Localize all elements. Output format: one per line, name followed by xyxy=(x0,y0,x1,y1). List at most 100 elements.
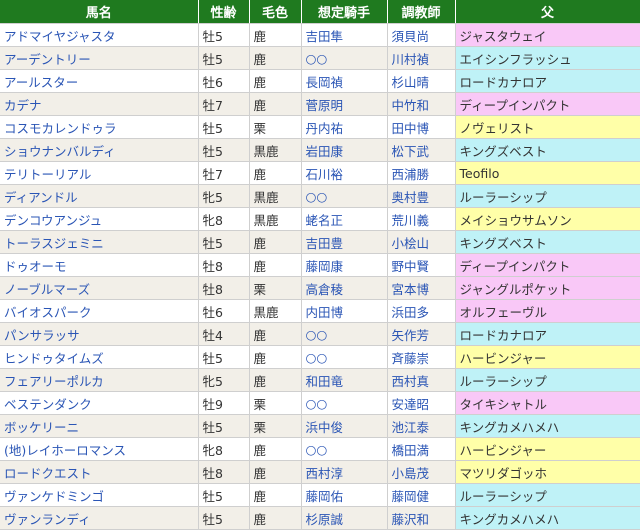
trainer-cell: 奥村豊 xyxy=(387,184,456,208)
coat-color-cell: 鹿 xyxy=(249,345,302,369)
horse-name-link[interactable]: ヒンドゥタイムズ xyxy=(4,351,104,366)
sex-age-cell: 牡5 xyxy=(198,230,250,254)
table-row: カデナ 牡7 鹿菅原明 中竹和 ディープインパクト xyxy=(0,92,640,116)
table-row: アールスター 牡6 鹿長岡禎 杉山晴 ロードカナロア xyxy=(0,69,640,93)
horse-name-link[interactable]: アーデントリー xyxy=(4,52,91,67)
jockey-cell: 丹内祐 xyxy=(301,115,388,139)
sire-cell: キングカメハメハ xyxy=(455,506,640,530)
sex-age-cell: 牡5 xyxy=(198,138,250,162)
jockey-cell: 吉田隼 xyxy=(301,23,388,47)
sire-cell: ディープインパクト xyxy=(455,92,640,116)
horse-name-cell: ショウナンバルディ xyxy=(0,138,199,162)
horse-name-link[interactable]: テリトーリアル xyxy=(4,167,91,182)
sex-age-cell: 牡8 xyxy=(198,276,250,300)
horse-name-cell: バイオスパーク xyxy=(0,299,199,323)
trainer-cell: 須貝尚 xyxy=(387,23,456,47)
coat-color-cell: 栗 xyxy=(249,414,302,438)
horse-name-link[interactable]: ノーブルマーズ xyxy=(4,282,90,297)
table-row: ヴァンケドミンゴ 牡5 鹿藤岡佑 藤岡健 ルーラーシップ xyxy=(0,483,640,507)
table-row: トーラスジェミニ 牡5 鹿吉田豊 小桧山 キングズベスト xyxy=(0,230,640,254)
coat-color-cell: 鹿 xyxy=(249,483,302,507)
coat-color-cell: 鹿 xyxy=(249,92,302,116)
jockey-cell: ○○ xyxy=(301,437,388,461)
horse-name-cell: アーデントリー xyxy=(0,46,199,70)
horse-name-link[interactable]: アールスター xyxy=(4,75,78,90)
horse-name-cell: フェアリーポルカ xyxy=(0,368,199,392)
horse-name-link[interactable]: フェアリーポルカ xyxy=(4,374,104,389)
horse-name-link[interactable]: ロードクエスト xyxy=(4,466,92,481)
sex-age-cell: 牡5 xyxy=(198,23,250,47)
horse-name-cell: コスモカレンドゥラ xyxy=(0,115,199,139)
horse-name-link[interactable]: パンサラッサ xyxy=(4,328,80,343)
trainer-cell: 藤岡健 xyxy=(387,483,456,507)
coat-color-cell: 鹿 xyxy=(249,253,302,277)
table-header-row: 馬名 性齢 毛色 想定騎手 調教師 父 xyxy=(0,0,640,24)
sire-cell: タイキシャトル xyxy=(455,391,640,415)
sire-cell: キングズベスト xyxy=(455,138,640,162)
jockey-cell: 杉原誠 xyxy=(301,506,388,530)
horse-name-cell: デンコウアンジュ xyxy=(0,207,199,231)
coat-color-cell: 栗 xyxy=(249,391,302,415)
sex-age-cell: 牡5 xyxy=(198,483,250,507)
jockey-cell: 蛯名正 xyxy=(301,207,388,231)
jockey-cell: 藤岡佑 xyxy=(301,483,388,507)
coat-color-cell: 鹿 xyxy=(249,368,302,392)
coat-color-cell: 鹿 xyxy=(249,161,302,185)
horse-name-link[interactable]: ボッケリーニ xyxy=(4,420,79,435)
horse-name-link[interactable]: カデナ xyxy=(4,98,42,113)
jockey-cell: 西村淳 xyxy=(301,460,388,484)
sire-cell: ロードカナロア xyxy=(455,322,640,346)
horse-name-cell: ヴァンケドミンゴ xyxy=(0,483,199,507)
horse-name-cell: カデナ xyxy=(0,92,199,116)
sire-cell: オルフェーヴル xyxy=(455,299,640,323)
horse-name-link[interactable]: ベステンダンク xyxy=(4,397,92,412)
horse-name-cell: トーラスジェミニ xyxy=(0,230,199,254)
jockey-cell: 高倉稜 xyxy=(301,276,388,300)
horse-name-link[interactable]: ヴァンケドミンゴ xyxy=(4,489,104,504)
trainer-cell: 浜田多 xyxy=(387,299,456,323)
horse-name-link[interactable]: デンコウアンジュ xyxy=(4,213,102,228)
header-horse-name: 馬名 xyxy=(0,0,199,24)
trainer-cell: 西浦勝 xyxy=(387,161,456,185)
sire-cell: ジャスタウェイ xyxy=(455,23,640,47)
table-row: フェアリーポルカ 牝5 鹿和田竜 西村真 ルーラーシップ xyxy=(0,368,640,392)
sex-age-cell: 牡7 xyxy=(198,92,250,116)
table-row: ベステンダンク 牡9 栗 ○○ 安達昭 タイキシャトル xyxy=(0,391,640,415)
horse-name-link[interactable]: バイオスパーク xyxy=(4,305,92,320)
table-row: ノーブルマーズ 牡8 栗高倉稜 宮本博 ジャングルポケット xyxy=(0,276,640,300)
horse-name-link[interactable]: アドマイヤジャスタ xyxy=(4,29,116,44)
trainer-cell: 松下武 xyxy=(387,138,456,162)
coat-color-cell: 鹿 xyxy=(249,230,302,254)
horse-name-link[interactable]: トーラスジェミニ xyxy=(4,236,104,251)
horse-name-link[interactable]: ショウナンバルディ xyxy=(4,144,116,159)
sex-age-cell: 牝8 xyxy=(198,437,250,461)
trainer-cell: 池江泰 xyxy=(387,414,456,438)
table-row: コスモカレンドゥラ 牡5 栗丹内祐 田中博 ノヴェリスト xyxy=(0,115,640,139)
coat-color-cell: 鹿 xyxy=(249,69,302,93)
sire-cell: ノヴェリスト xyxy=(455,115,640,139)
horse-name-cell: ロードクエスト xyxy=(0,460,199,484)
horse-name-link[interactable]: コスモカレンドゥラ xyxy=(4,121,117,136)
header-jockey: 想定騎手 xyxy=(301,0,388,24)
jockey-cell: 長岡禎 xyxy=(301,69,388,93)
header-trainer: 調教師 xyxy=(387,0,456,24)
coat-color-cell: 鹿 xyxy=(249,506,302,530)
horse-name-link[interactable]: ヴァンランディ xyxy=(4,512,91,527)
header-sire: 父 xyxy=(455,0,640,24)
trainer-cell: 杉山晴 xyxy=(387,69,456,93)
horse-name-link[interactable]: (地)レイホーロマンス xyxy=(4,443,126,458)
trainer-cell: 荒川義 xyxy=(387,207,456,231)
jockey-cell: 和田竜 xyxy=(301,368,388,392)
horse-name-link[interactable]: ドゥオーモ xyxy=(4,259,67,274)
sire-cell: ロードカナロア xyxy=(455,69,640,93)
table-row: パンサラッサ 牡4 鹿 ○○ 矢作芳 ロードカナロア xyxy=(0,322,640,346)
coat-color-cell: 鹿 xyxy=(249,322,302,346)
horse-name-cell: ヒンドゥタイムズ xyxy=(0,345,199,369)
sire-cell: キングカメハメハ xyxy=(455,414,640,438)
jockey-cell: 内田博 xyxy=(301,299,388,323)
sex-age-cell: 牡5 xyxy=(198,414,250,438)
horse-name-cell: ヴァンランディ xyxy=(0,506,199,530)
table-row: (地)レイホーロマンス 牝8 鹿 ○○ 橋田満 ハービンジャー xyxy=(0,437,640,461)
horse-name-link[interactable]: ディアンドル xyxy=(4,190,78,205)
trainer-cell: 中竹和 xyxy=(387,92,456,116)
